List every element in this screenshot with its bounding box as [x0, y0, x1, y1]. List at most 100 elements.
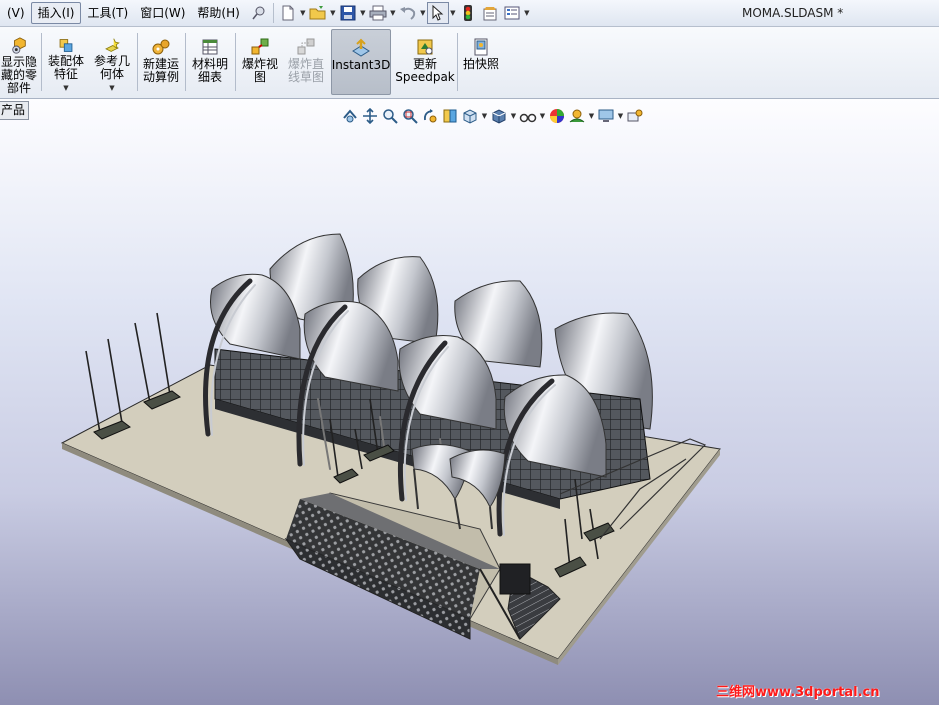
- view-settings-button[interactable]: [596, 106, 616, 126]
- new-motion-study-icon: [152, 39, 170, 55]
- previous-view-icon: [343, 109, 357, 123]
- menu-item-window[interactable]: 窗口(W): [134, 3, 191, 23]
- explode-line-sketch-button[interactable]: 爆炸直 线草图: [284, 29, 328, 95]
- assembly-features-icon: [59, 39, 73, 52]
- display-style-cube-icon: [492, 109, 506, 124]
- menu-item-help[interactable]: 帮助(H): [191, 3, 245, 23]
- exploded-view-button[interactable]: 爆炸视 图: [238, 29, 282, 95]
- bill-of-materials-icon: [202, 39, 218, 55]
- heads-up-view-toolbar: ▼ ▼ ▼ ▼ ▼: [340, 105, 645, 127]
- save-button[interactable]: [337, 2, 359, 24]
- instant3d-icon: [352, 38, 370, 57]
- open-dropdown[interactable]: ▼: [329, 9, 337, 17]
- document-title: MOMA.SLDASM *: [742, 6, 844, 20]
- reference-geometry-icon: [105, 38, 120, 52]
- save-disk-icon: [340, 5, 356, 21]
- save-dropdown[interactable]: ▼: [359, 9, 367, 17]
- bill-of-materials-label: 材料明 细表: [191, 57, 228, 84]
- section-view-icon: [443, 109, 457, 123]
- open-button[interactable]: [307, 2, 329, 24]
- zoom-to-area-icon: [403, 109, 418, 124]
- take-snapshot-label: 拍快照: [462, 57, 499, 71]
- hide-show-items-button[interactable]: [518, 106, 538, 126]
- zoom-to-area-button[interactable]: [400, 106, 420, 126]
- new-document-dropdown[interactable]: ▼: [299, 9, 307, 17]
- take-snapshot-button[interactable]: 拍快照: [460, 29, 502, 95]
- new-document-button[interactable]: [277, 2, 299, 24]
- undo-dropdown[interactable]: ▼: [419, 9, 427, 17]
- bill-of-materials-button[interactable]: 材料明 细表: [189, 29, 231, 95]
- explode-line-sketch-label: 爆炸直 线草图: [287, 57, 324, 84]
- printer-icon: [369, 5, 387, 21]
- select-arrow-icon: [432, 5, 444, 21]
- new-document-icon: [282, 5, 294, 21]
- rebuild-button[interactable]: [457, 2, 479, 24]
- display-style-dropdown[interactable]: ▼: [509, 112, 518, 120]
- select-button[interactable]: [426, 2, 449, 24]
- instant3d-button[interactable]: Instant3D: [331, 29, 391, 95]
- menu-item-view[interactable]: (V): [1, 3, 31, 23]
- pin-menu-button[interactable]: [248, 2, 270, 24]
- select-dropdown[interactable]: ▼: [449, 9, 457, 17]
- apply-scene-icon: [569, 109, 585, 123]
- apply-scene-dropdown[interactable]: ▼: [587, 112, 596, 120]
- reference-geometry-button[interactable]: 参考几 何体 ▼: [91, 29, 133, 95]
- print-button[interactable]: [367, 2, 389, 24]
- view-orientation-dropdown[interactable]: ▼: [480, 112, 489, 120]
- menu-bar: (V) 插入(I) 工具(T) 窗口(W) 帮助(H) ▼ ▼ ▼ ▼ ▼ ▼: [0, 0, 939, 27]
- exploded-view-label: 爆炸视 图: [241, 57, 278, 84]
- file-properties-button[interactable]: [479, 2, 501, 24]
- update-speedpak-icon: [417, 39, 433, 55]
- exploded-view-icon: [251, 38, 269, 55]
- new-motion-study-button[interactable]: 新建运 动算例: [140, 29, 182, 95]
- feature-tree-tab[interactable]: 产品: [0, 101, 30, 120]
- apply-scene-button[interactable]: [567, 106, 587, 126]
- hide-show-glasses-icon: [519, 113, 537, 123]
- rotate-view-button[interactable]: [420, 106, 440, 126]
- print-dropdown[interactable]: ▼: [389, 9, 397, 17]
- options-button[interactable]: [501, 2, 523, 24]
- menu-item-tools[interactable]: 工具(T): [81, 3, 134, 23]
- assembly-features-label: 装配体 特征: [47, 54, 84, 81]
- site-watermark: 三维网www.3dportal.cn: [716, 685, 880, 700]
- edit-appearance-button[interactable]: [547, 106, 567, 126]
- hide-show-items-dropdown[interactable]: ▼: [538, 112, 547, 120]
- window-close-view-button[interactable]: [625, 106, 645, 126]
- explode-line-sketch-icon: [297, 38, 315, 55]
- open-folder-icon: [309, 6, 326, 20]
- pan-view-button[interactable]: [360, 106, 380, 126]
- options-list-icon: [504, 6, 520, 20]
- pan-arrows-icon: [363, 108, 377, 124]
- menu-item-insert[interactable]: 插入(I): [30, 2, 82, 24]
- moma-assembly-model[interactable]: [0, 99, 939, 705]
- view-settings-dropdown[interactable]: ▼: [616, 112, 625, 120]
- view-settings-monitor-icon: [598, 109, 614, 122]
- assembly-features-button[interactable]: 装配体 特征 ▼: [45, 29, 87, 95]
- view-orientation-button[interactable]: [460, 106, 480, 126]
- viewport-options-icon: [627, 109, 643, 122]
- appearance-color-wheel-icon: [550, 109, 564, 123]
- command-manager: 显示隐 藏的零 部件 装配体 特征 ▼ 参考几 何体 ▼ 新建运 动算例 材料明…: [0, 27, 939, 99]
- previous-view-button[interactable]: [340, 106, 360, 126]
- graphics-area[interactable]: 产品 ▼ ▼ ▼ ▼ ▼ 三维网www.3dportal.cn: [0, 99, 939, 705]
- reference-geometry-label: 参考几 何体: [93, 54, 130, 81]
- section-view-button[interactable]: [440, 106, 460, 126]
- show-hidden-components-icon: [12, 37, 26, 54]
- update-speedpak-label: 更新 Speedpak: [395, 57, 455, 84]
- zoom-to-fit-icon: [383, 109, 398, 124]
- options-dropdown[interactable]: ▼: [523, 9, 531, 17]
- view-orientation-icon: [463, 109, 477, 124]
- rotate-view-icon: [423, 109, 437, 123]
- zoom-to-fit-button[interactable]: [380, 106, 400, 126]
- new-motion-study-label: 新建运 动算例: [142, 57, 179, 84]
- pushpin-icon: [252, 6, 265, 20]
- undo-arrow-icon: [399, 7, 415, 20]
- assembly-features-dropdown[interactable]: ▼: [63, 82, 68, 95]
- reference-geometry-dropdown[interactable]: ▼: [109, 82, 114, 95]
- traffic-light-icon: [463, 5, 472, 21]
- file-properties-icon: [483, 7, 497, 21]
- show-hidden-components-button[interactable]: 显示隐 藏的零 部件: [0, 29, 38, 95]
- undo-button[interactable]: [397, 2, 419, 24]
- display-style-button[interactable]: [489, 106, 509, 126]
- update-speedpak-button[interactable]: 更新 Speedpak: [394, 29, 456, 95]
